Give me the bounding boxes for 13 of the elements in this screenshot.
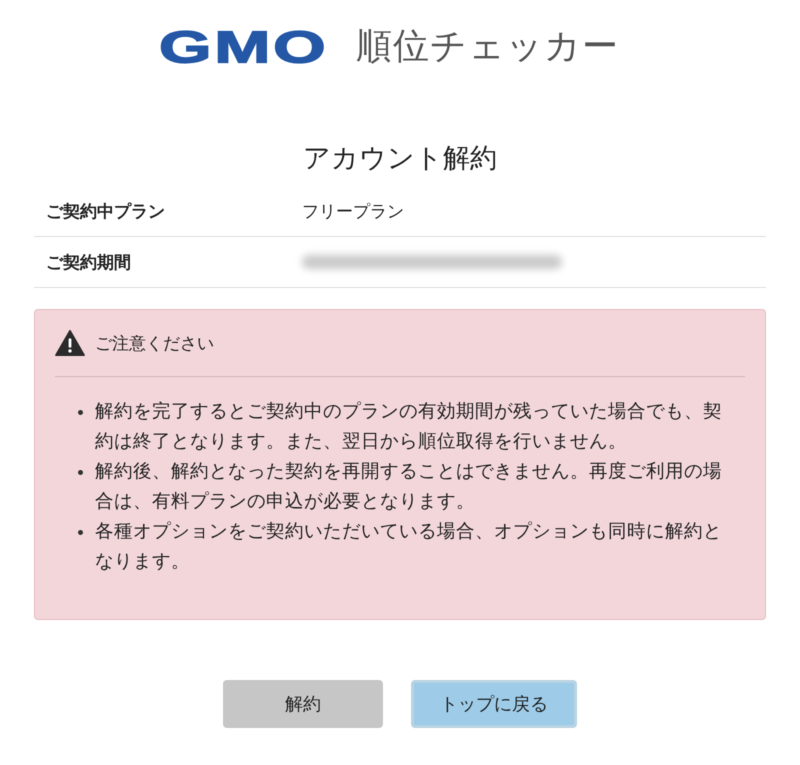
detail-value: フリープラン [302,200,404,222]
logo-brand: GMO [158,24,328,70]
warning-text: 解約を完了するとご契約中のプランの有効期間が残っていた場合でも、契約は終了となります。また、翌日から順位取得を行いません。 [95,400,723,454]
back-to-top-button[interactable]: トップに戻る [411,680,577,728]
warning-text: 解約後、解約となった契約を再開することはできません。再度ご利用の場合は、有料プランの申込が必要となります。 [95,460,723,514]
logo-product-name: 順位チェッカー [356,29,620,65]
warning-icon [55,330,85,356]
cancel-contract-button[interactable]: 解約 [223,680,383,728]
detail-label: ご契約期間 [45,252,132,274]
warning-text: 各種オプションをご契約いただいている場合、オプションも同時に解約となります。 [95,520,723,574]
page-title: アカウント解約 [302,142,498,176]
detail-label: ご契約中プラン [45,200,166,222]
warning-heading: ご注意ください [95,332,214,354]
